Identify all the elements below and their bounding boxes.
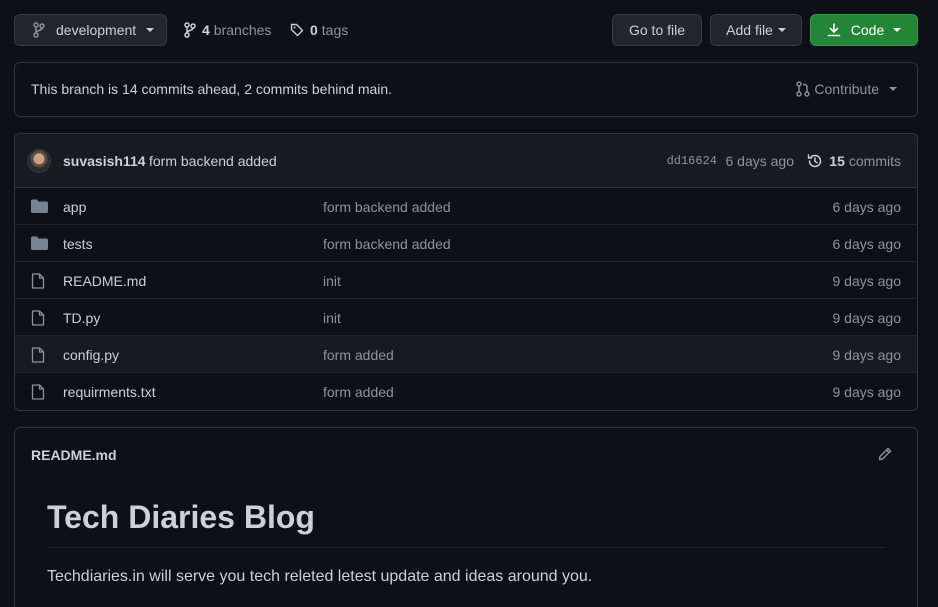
go-to-file-label: Go to file [628,22,686,38]
chevron-down-icon [777,28,786,32]
commit-author[interactable]: suvasish114 [63,153,146,169]
branches-count: 4 [202,22,210,38]
tags-label: tags [321,22,349,38]
folder-icon [31,236,48,251]
commit-sha[interactable]: dd16624 [667,154,717,168]
file-commit-message[interactable]: init [323,273,341,289]
contribute-button[interactable]: Contribute [796,81,897,97]
file-commit-message[interactable]: form added [323,384,394,400]
readme-filename[interactable]: README.md [31,447,117,463]
file-commit-time: 9 days ago [832,384,902,400]
branches-label: branches [213,22,272,38]
file-row[interactable]: config.py form added 9 days ago [15,336,917,373]
file-icon [31,347,45,363]
branch-status-message: This branch is 14 commits ahead, 2 commi… [31,81,393,97]
commit-time: 6 days ago [725,153,795,169]
folder-icon [31,199,48,214]
go-to-file-button[interactable]: Go to file [612,14,702,46]
code-label: Code [850,22,885,38]
commits-label: commits [848,153,901,169]
repo-toolbar: development 4 branches 0 tags Go to file… [14,14,918,46]
pull-request-icon [796,81,811,97]
file-row[interactable]: app form backend added 6 days ago [15,188,917,225]
file-name[interactable]: TD.py [63,310,100,326]
latest-commit-bar: suvasish114 form backend added dd16624 6… [15,134,917,188]
avatar[interactable] [27,149,51,173]
branches-link[interactable]: 4 branches [184,14,271,46]
commits-count: 15 [829,153,845,169]
file-icon [31,310,45,326]
tag-icon [290,23,304,37]
file-row[interactable]: tests form backend added 6 days ago [15,225,917,262]
branch-selector-button[interactable]: development [14,14,167,46]
tags-link[interactable]: 0 tags [290,14,348,46]
file-commit-message[interactable]: form backend added [323,236,451,252]
file-icon [31,273,45,289]
file-name[interactable]: README.md [63,273,146,289]
file-commit-time: 9 days ago [832,347,902,363]
code-button[interactable]: Code [810,14,918,46]
tags-count: 0 [310,22,318,38]
file-commit-time: 9 days ago [832,273,902,289]
contribute-label: Contribute [814,81,879,97]
history-icon [807,153,823,169]
file-commit-message[interactable]: init [323,310,341,326]
file-name[interactable]: tests [63,236,93,252]
file-commit-time: 9 days ago [832,310,902,326]
readme-panel: README.md Tech Diaries Blog Techdiaries.… [14,427,918,607]
repo-page: development 4 branches 0 tags Go to file… [0,0,938,607]
file-commit-time: 6 days ago [832,236,902,252]
commit-message[interactable]: form backend added [149,153,277,169]
branch-status-box: This branch is 14 commits ahead, 2 commi… [14,62,918,117]
add-file-label: Add file [726,22,773,38]
commits-link[interactable]: 15 commits [807,153,901,169]
file-commit-message[interactable]: form added [323,347,394,363]
chevron-down-icon [893,28,902,32]
readme-heading: Tech Diaries Blog [47,499,315,535]
file-commit-message[interactable]: form backend added [323,199,451,215]
file-name[interactable]: requirments.txt [63,384,156,400]
file-name[interactable]: config.py [63,347,119,363]
add-file-button[interactable]: Add file [710,14,802,46]
file-icon [31,384,45,400]
download-icon [827,23,841,37]
git-branch-icon [33,22,45,38]
file-row[interactable]: TD.py init 9 days ago [15,299,917,336]
pencil-icon[interactable] [877,446,893,462]
chevron-down-icon [889,87,897,91]
chevron-down-icon [146,28,155,32]
file-commit-time: 6 days ago [832,199,902,215]
file-name[interactable]: app [63,199,86,215]
branch-name: development [56,22,137,38]
file-row[interactable]: requirments.txt form added 9 days ago [15,373,917,410]
divider [47,547,885,548]
file-table: suvasish114 form backend added dd16624 6… [14,133,918,411]
git-branch-icon [184,22,196,38]
readme-paragraph: Techdiaries.in will serve you tech relet… [47,568,593,585]
file-row[interactable]: README.md init 9 days ago [15,262,917,299]
